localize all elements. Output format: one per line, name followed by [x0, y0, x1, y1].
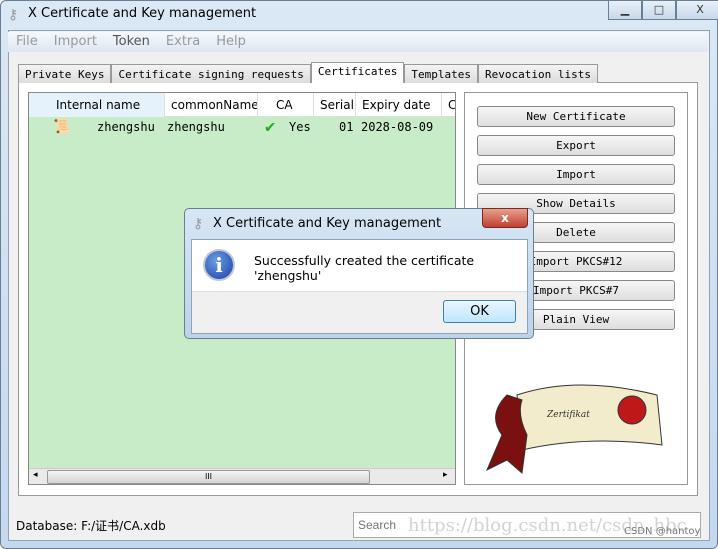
- scroll-thumb[interactable]: III: [47, 470, 370, 484]
- column-ca[interactable]: CA: [258, 93, 314, 117]
- scroll-left-arrow-icon[interactable]: ◂: [33, 470, 38, 480]
- cell-serial: 01: [339, 120, 354, 134]
- maximize-button[interactable]: □: [642, 0, 676, 20]
- window-controls: ▁ □ X: [608, 0, 718, 20]
- dialog-key-icon: ⚷: [193, 216, 204, 232]
- cell-internal-name: zhengshu: [97, 120, 155, 134]
- menu-file[interactable]: File: [8, 32, 46, 52]
- message-dialog: ⚷ X Certificate and Key management x i S…: [184, 208, 534, 339]
- dialog-footer: OK: [192, 291, 527, 333]
- dialog-title: X Certificate and Key management: [213, 216, 442, 231]
- dialog-body: i Successfully created the certificate '…: [191, 239, 528, 334]
- info-icon: i: [203, 249, 235, 281]
- cell-ca: Yes: [289, 120, 311, 134]
- table-row[interactable]: 📜 zhengshu zhengshu ✔ Yes 01 2028-08-09: [29, 117, 451, 139]
- tab-templates[interactable]: Templates: [404, 64, 479, 83]
- column-more[interactable]: C: [442, 93, 455, 117]
- ok-button[interactable]: OK: [443, 300, 516, 323]
- tab-private-keys[interactable]: Private Keys: [18, 64, 112, 83]
- certificate-scroll-logo-icon: Zertifikat: [486, 384, 663, 474]
- tab-csr[interactable]: Certificate signing requests: [111, 64, 311, 83]
- tab-certificates[interactable]: Certificates: [310, 62, 405, 83]
- watermark-credit: CSDN @hantoy: [624, 526, 701, 537]
- menu-token[interactable]: Token: [105, 32, 158, 52]
- database-status: Database: F:/证书/CA.xdb: [16, 519, 166, 533]
- menu-help[interactable]: Help: [208, 32, 254, 52]
- menu-bar: File Import Token Extra Help: [8, 32, 708, 52]
- menu-extra[interactable]: Extra: [158, 32, 208, 52]
- scroll-right-arrow-icon[interactable]: ▸: [443, 470, 448, 480]
- import-button[interactable]: Import: [477, 164, 675, 185]
- column-internal-name[interactable]: Internal name: [29, 93, 165, 117]
- cell-expiry: 2028-08-09: [361, 120, 434, 134]
- table-header: Internal name commonName CA Serial Expir…: [29, 93, 455, 117]
- certificate-scroll-icon: 📜: [53, 119, 71, 135]
- close-button[interactable]: X: [676, 0, 718, 20]
- column-common-name[interactable]: commonName: [165, 93, 258, 117]
- dialog-close-button[interactable]: x: [482, 208, 528, 228]
- checkmark-icon: ✔: [265, 117, 276, 137]
- horizontal-scrollbar[interactable]: ◂ III ▸: [29, 468, 455, 484]
- minimize-button[interactable]: ▁: [608, 0, 642, 20]
- tab-revocation-lists[interactable]: Revocation lists: [478, 64, 598, 83]
- export-button[interactable]: Export: [477, 135, 675, 156]
- window-title: X Certificate and Key management: [28, 6, 257, 21]
- column-serial[interactable]: Serial: [314, 93, 356, 117]
- cell-common-name: zhengshu: [167, 120, 225, 134]
- dialog-message: Successfully created the certificate 'zh…: [254, 253, 475, 283]
- menu-import[interactable]: Import: [46, 32, 105, 52]
- tab-bar: Private Keys Certificate signing request…: [18, 62, 598, 83]
- app-key-icon: ⚷: [8, 7, 19, 23]
- new-certificate-button[interactable]: New Certificate: [477, 106, 675, 127]
- svg-text:Zertifikat: Zertifikat: [546, 410, 590, 420]
- column-expiry-date[interactable]: Expiry date: [356, 93, 442, 117]
